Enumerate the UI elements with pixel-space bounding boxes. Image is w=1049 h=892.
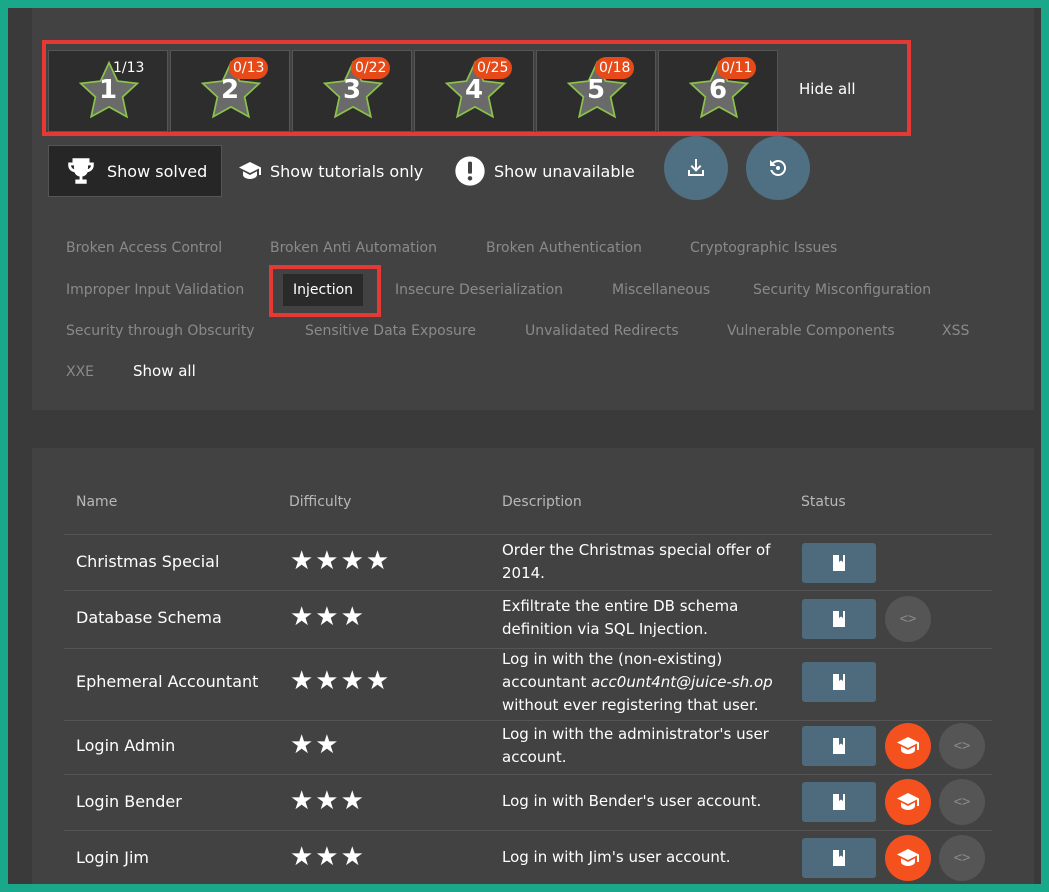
divider xyxy=(64,774,992,775)
category-chip-improper-input-validation[interactable]: Improper Input Validation xyxy=(56,274,254,306)
highlight-box-difficulty xyxy=(42,40,911,136)
column-header-difficulty[interactable]: Difficulty xyxy=(289,494,351,510)
graduation-cap-icon xyxy=(897,849,919,866)
tutorial-button[interactable] xyxy=(885,723,931,769)
category-chip-cryptographic-issues[interactable]: Cryptographic Issues xyxy=(680,232,847,264)
difficulty-stars: ★★★ xyxy=(290,842,366,872)
challenge-name: Database Schema xyxy=(76,608,222,627)
hint-button[interactable] xyxy=(802,782,876,822)
challenge-name: Christmas Special xyxy=(76,552,220,571)
download-button[interactable] xyxy=(664,136,728,200)
category-chip-sensitive-data-exposure[interactable]: Sensitive Data Exposure xyxy=(295,315,486,347)
tutorial-button[interactable] xyxy=(885,779,931,825)
tutorial-button[interactable] xyxy=(885,835,931,881)
category-chip-insecure-deserialization[interactable]: Insecure Deserialization xyxy=(385,274,573,306)
code-brackets-icon: <> xyxy=(953,794,971,810)
column-header-status[interactable]: Status xyxy=(801,494,846,510)
challenge-description: Log in with the administrator's user acc… xyxy=(502,725,769,766)
book-icon xyxy=(833,850,845,866)
hint-button[interactable] xyxy=(802,599,876,639)
challenge-description: Log in with Bender's user account. xyxy=(502,792,762,810)
divider xyxy=(64,590,992,591)
show-unavailable-label: Show unavailable xyxy=(494,161,635,181)
graduation-cap-icon xyxy=(897,793,919,810)
column-header-description[interactable]: Description xyxy=(502,494,582,510)
category-chip-xxe[interactable]: XXE xyxy=(56,356,104,388)
difficulty-stars: ★★★ xyxy=(290,602,366,632)
book-icon xyxy=(833,738,845,754)
category-chip-miscellaneous[interactable]: Miscellaneous xyxy=(602,274,720,306)
show-tutorials-label: Show tutorials only xyxy=(270,161,424,181)
book-icon xyxy=(833,611,845,627)
column-header-name[interactable]: Name xyxy=(76,494,117,510)
graduation-cap-icon xyxy=(239,162,261,179)
code-brackets-icon: <> xyxy=(953,738,971,754)
show-all-categories-button[interactable]: Show all xyxy=(123,355,206,387)
category-chip-broken-access-control[interactable]: Broken Access Control xyxy=(56,232,232,264)
difficulty-stars: ★★ xyxy=(290,730,341,760)
restore-icon xyxy=(770,159,787,176)
show-solved-toggle[interactable]: Show solved xyxy=(48,145,223,197)
category-chip-broken-anti-automation[interactable]: Broken Anti Automation xyxy=(260,232,447,264)
challenge-name: Login Jim xyxy=(76,848,149,867)
restore-progress-button[interactable] xyxy=(746,136,810,200)
download-icon xyxy=(688,159,704,176)
show-tutorials-toggle[interactable]: Show tutorials only xyxy=(224,145,437,197)
challenge-description: Order the Christmas special offer of 201… xyxy=(502,541,771,582)
difficulty-stars: ★★★ xyxy=(290,786,366,816)
book-icon xyxy=(833,674,845,690)
category-chip-security-through-obscurity[interactable]: Security through Obscurity xyxy=(56,315,265,347)
challenge-description: Exfiltrate the entire DB schema definiti… xyxy=(502,597,739,638)
divider xyxy=(64,720,992,721)
code-brackets-icon: <> xyxy=(899,611,917,627)
category-chip-broken-authentication[interactable]: Broken Authentication xyxy=(476,232,652,264)
hint-button[interactable] xyxy=(802,838,876,878)
challenge-description: Log in with Jim's user account. xyxy=(502,848,731,866)
divider xyxy=(64,830,992,831)
code-brackets-icon: <> xyxy=(953,850,971,866)
description-text: without ever registering that user. xyxy=(502,696,759,714)
trophy-icon xyxy=(68,158,94,184)
hint-button[interactable] xyxy=(802,543,876,583)
book-icon xyxy=(833,555,845,571)
difficulty-stars: ★★★★ xyxy=(290,666,392,696)
code-snippet-button[interactable]: <> xyxy=(885,596,931,642)
category-chip-unvalidated-redirects[interactable]: Unvalidated Redirects xyxy=(515,315,689,347)
category-chip-xss[interactable]: XSS xyxy=(932,315,979,347)
highlight-box-injection xyxy=(269,265,381,317)
app-frame: 1 1/13 2 0/13 3 0/22 4 0/25 5 0/18 6 0/1… xyxy=(8,8,1041,884)
description-email: acc0unt4nt@juice-sh.op xyxy=(591,673,773,691)
challenge-name: Login Admin xyxy=(76,736,176,755)
exclamation-icon xyxy=(455,156,485,186)
code-snippet-button[interactable]: <> xyxy=(939,835,985,881)
code-snippet-button[interactable]: <> xyxy=(939,723,985,769)
category-chip-vulnerable-components[interactable]: Vulnerable Components xyxy=(717,315,905,347)
divider xyxy=(64,534,992,535)
difficulty-stars: ★★★★ xyxy=(290,546,392,576)
book-icon xyxy=(833,794,845,810)
show-solved-label: Show solved xyxy=(107,161,208,181)
graduation-cap-icon xyxy=(897,737,919,754)
show-unavailable-toggle[interactable]: Show unavailable xyxy=(440,145,649,197)
code-snippet-button[interactable]: <> xyxy=(939,779,985,825)
challenge-name: Ephemeral Accountant xyxy=(76,672,259,691)
challenge-description: Log in with the (non-existing) accountan… xyxy=(502,648,802,717)
category-chip-security-misconfiguration[interactable]: Security Misconfiguration xyxy=(743,274,941,306)
challenge-name: Login Bender xyxy=(76,792,182,811)
hint-button[interactable] xyxy=(802,662,876,702)
hint-button[interactable] xyxy=(802,726,876,766)
